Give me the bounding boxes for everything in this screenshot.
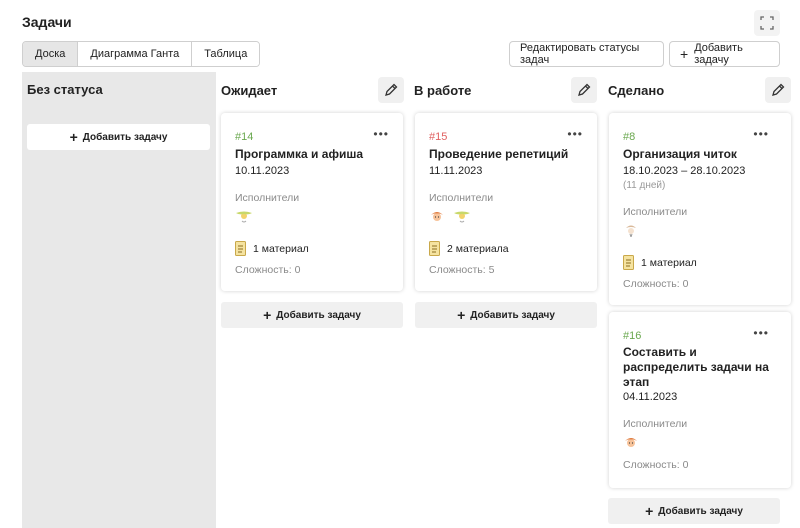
- task-id: #8: [623, 131, 636, 143]
- pencil-icon: [772, 83, 785, 96]
- task-card-14[interactable]: #14 ••• Программка и афиша 10.11.2023 Ис…: [221, 113, 403, 291]
- task-id: #14: [235, 131, 254, 143]
- assignees-label: Исполнители: [429, 192, 494, 204]
- materials: 1 материал: [235, 241, 309, 257]
- difficulty: Сложность: 0: [623, 459, 689, 471]
- task-title: Организация читок: [623, 147, 737, 161]
- pencil-icon: [578, 83, 591, 96]
- difficulty: Сложность: 0: [623, 278, 689, 290]
- more-icon[interactable]: •••: [567, 127, 583, 141]
- more-icon[interactable]: •••: [373, 127, 389, 141]
- assignees-label: Исполнители: [623, 206, 688, 218]
- avatar-icon[interactable]: [235, 209, 253, 223]
- task-date: 18.10.2023 – 28.10.2023: [623, 165, 746, 177]
- more-icon[interactable]: •••: [753, 127, 769, 141]
- document-icon: [235, 241, 246, 256]
- tab-gantt[interactable]: Диаграмма Ганта: [78, 42, 193, 66]
- task-id: #16: [623, 330, 642, 342]
- edit-column-waiting-button[interactable]: [378, 77, 404, 103]
- task-title-line: распределить задачи на: [623, 360, 769, 374]
- materials: 1 материал: [623, 255, 697, 271]
- plus-icon: +: [263, 307, 272, 323]
- task-date: 11.11.2023: [429, 165, 483, 177]
- difficulty: Сложность: 5: [429, 264, 495, 276]
- column-title-done: Сделано: [608, 83, 665, 98]
- task-title: Проведение репетиций: [429, 147, 569, 161]
- task-date: 10.11.2023: [235, 165, 290, 177]
- add-task-button-waiting[interactable]: + Добавить задачу: [221, 302, 403, 328]
- task-date: 04.11.2023: [623, 391, 678, 403]
- assignees-label: Исполнители: [235, 192, 300, 204]
- column-title-in-progress: В работе: [414, 83, 472, 98]
- add-task-label: Добавить задачу: [276, 309, 361, 321]
- assignees-avatars: [429, 209, 471, 223]
- materials-count: 1 материал: [253, 243, 309, 255]
- plus-icon: +: [457, 307, 466, 323]
- task-card-16[interactable]: #16 ••• Составить и распределить задачи …: [609, 312, 791, 488]
- edit-statuses-button[interactable]: Редактировать статусы задач: [509, 41, 664, 67]
- fullscreen-button[interactable]: [754, 10, 780, 36]
- add-task-top-button[interactable]: + Добавить задачу: [669, 41, 780, 67]
- materials: 2 материала: [429, 241, 509, 257]
- document-icon: [623, 255, 634, 270]
- avatar-icon[interactable]: [623, 223, 639, 237]
- task-card-15[interactable]: #15 ••• Проведение репетиций 11.11.2023 …: [415, 113, 597, 291]
- more-icon[interactable]: •••: [753, 326, 769, 340]
- materials-count: 1 материал: [641, 257, 697, 269]
- plus-icon: +: [69, 129, 78, 145]
- task-id: #15: [429, 131, 448, 143]
- avatar-icon[interactable]: [429, 209, 445, 223]
- task-card-8[interactable]: #8 ••• Организация читок 18.10.2023 – 28…: [609, 113, 791, 305]
- task-duration: (11 дней): [623, 180, 666, 191]
- add-task-button-in-progress[interactable]: + Добавить задачу: [415, 302, 597, 328]
- task-title: Программка и афиша: [235, 147, 363, 161]
- assignees-label: Исполнители: [623, 418, 688, 430]
- pencil-icon: [385, 83, 398, 96]
- fullscreen-icon: [760, 16, 774, 30]
- add-task-label: Добавить задачу: [658, 505, 743, 517]
- add-task-label: Добавить задачу: [82, 131, 168, 143]
- add-task-button-done[interactable]: + Добавить задачу: [608, 498, 780, 524]
- view-switcher: Доска Диаграмма Ганта Таблица: [22, 41, 261, 67]
- edit-statuses-label: Редактировать статусы задач: [520, 42, 640, 66]
- plus-icon: +: [645, 503, 654, 519]
- materials-count: 2 материала: [447, 243, 509, 255]
- edit-column-done-button[interactable]: [765, 77, 791, 103]
- add-task-label: Добавить задачу: [470, 309, 555, 321]
- task-title-line: Составить и: [623, 345, 697, 359]
- document-icon: [429, 241, 440, 256]
- assignees-avatars: [235, 209, 253, 223]
- add-task-button-no-status[interactable]: + Добавить задачу: [27, 124, 210, 150]
- column-title-waiting: Ожидает: [221, 83, 278, 98]
- tab-table[interactable]: Таблица: [192, 42, 260, 66]
- difficulty: Сложность: 0: [235, 264, 301, 276]
- task-title-line: этап: [623, 375, 650, 389]
- avatar-icon[interactable]: [453, 209, 471, 223]
- task-title: Составить и распределить задачи на этап: [623, 345, 769, 390]
- edit-column-in-progress-button[interactable]: [571, 77, 597, 103]
- column-title-no-status: Без статуса: [27, 82, 103, 97]
- plus-icon: +: [680, 46, 689, 62]
- avatar-icon[interactable]: [623, 435, 639, 449]
- assignees-avatars: [623, 435, 639, 449]
- page-title: Задачи: [22, 14, 72, 30]
- assignees-avatars: [623, 223, 639, 237]
- tab-board[interactable]: Доска: [23, 42, 79, 66]
- add-task-top-label: Добавить задачу: [694, 42, 743, 66]
